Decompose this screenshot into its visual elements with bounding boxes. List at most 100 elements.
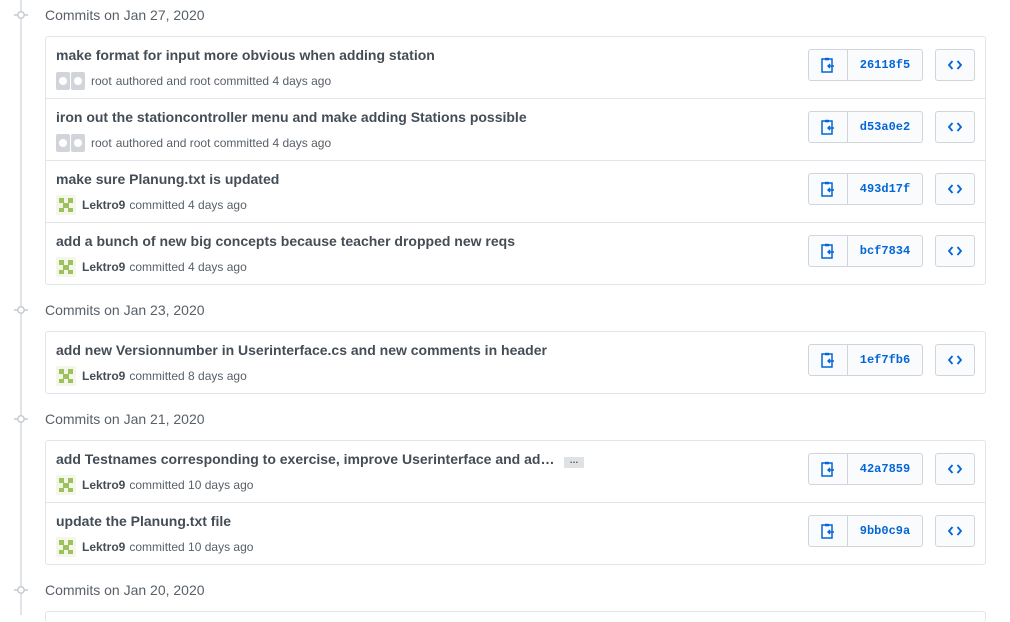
commit-group-header: Commits on Jan 23, 2020 xyxy=(0,295,1000,325)
code-icon xyxy=(948,122,962,132)
commit-author[interactable]: Lektro9 xyxy=(82,540,125,554)
commit-meta: Lektro9 committed 10 days ago xyxy=(56,475,253,495)
commit-meta: root authored and root committed 4 days … xyxy=(56,133,331,153)
identicon-avatar[interactable] xyxy=(56,257,76,277)
code-icon xyxy=(948,246,962,256)
commit-sha-link[interactable]: bcf7834 xyxy=(848,235,923,267)
commit-time: committed 10 days ago xyxy=(129,540,254,554)
commit-author[interactable]: Lektro9 xyxy=(82,369,125,383)
browse-repo-button[interactable] xyxy=(935,49,975,81)
commit-row: add a bunch of new big concepts because … xyxy=(46,223,985,284)
copy-sha-button[interactable] xyxy=(808,235,848,267)
sha-button-group: 493d17f xyxy=(808,173,923,205)
clipboard-icon xyxy=(821,523,834,539)
commit-node-icon xyxy=(14,586,28,594)
commit-row: make sure Planung.txt is updated Lektro9… xyxy=(46,161,985,223)
commit-author[interactable]: Lektro9 xyxy=(82,478,125,492)
commit-row: update the Planung.txt file Lektro9 comm… xyxy=(46,503,985,564)
commit-author[interactable]: root xyxy=(91,74,112,88)
commit-sha-link[interactable]: 42a7859 xyxy=(848,453,923,485)
sha-button-group: 1ef7fb6 xyxy=(808,344,923,376)
commit-group-header: Commits on Jan 21, 2020 xyxy=(0,404,1000,434)
commit-message[interactable]: update the Planung.txt file xyxy=(56,513,231,529)
commit-message[interactable]: make format for input more obvious when … xyxy=(56,47,435,63)
commit-meta: Lektro9 committed 10 days ago xyxy=(56,537,253,557)
commit-message[interactable]: make sure Planung.txt is updated xyxy=(56,171,279,187)
commit-group-title: Commits on Jan 27, 2020 xyxy=(45,7,205,23)
clipboard-icon xyxy=(821,243,834,259)
commit-time: authored and root committed 4 days ago xyxy=(115,74,332,88)
commit-author[interactable]: Lektro9 xyxy=(82,260,125,274)
commit-meta: Lektro9 committed 4 days ago xyxy=(56,195,247,215)
commit-list: add Testnames corresponding to exercise,… xyxy=(45,440,986,565)
code-icon xyxy=(948,60,962,70)
commit-sha-link[interactable]: d53a0e2 xyxy=(848,111,923,143)
code-icon xyxy=(948,526,962,536)
identicon-avatar[interactable] xyxy=(56,537,76,557)
clipboard-icon xyxy=(821,181,834,197)
commit-row: iron out the stationcontroller menu and … xyxy=(46,99,985,161)
commit-group-header: Commits on Jan 27, 2020 xyxy=(0,0,1000,30)
commit-group-title: Commits on Jan 21, 2020 xyxy=(45,411,205,427)
commit-message[interactable]: add new Versionnumber in Userinterface.c… xyxy=(56,342,547,358)
commit-row: make format for input more obvious when … xyxy=(46,37,985,99)
commit-sha-link[interactable]: 493d17f xyxy=(848,173,923,205)
commit-sha-link[interactable]: 9bb0c9a xyxy=(848,515,923,547)
commit-meta: root authored and root committed 4 days … xyxy=(56,71,331,91)
commit-time: authored and root committed 4 days ago xyxy=(115,136,332,150)
commit-time: committed 4 days ago xyxy=(129,260,247,274)
sha-button-group: 9bb0c9a xyxy=(808,515,923,547)
commit-time: committed 8 days ago xyxy=(129,369,247,383)
clipboard-icon xyxy=(821,119,834,135)
clipboard-icon xyxy=(821,352,834,368)
expand-message-button[interactable]: … xyxy=(564,456,584,468)
sha-button-group: bcf7834 xyxy=(808,235,923,267)
commit-group-title: Commits on Jan 23, 2020 xyxy=(45,302,205,318)
commit-time: committed 10 days ago xyxy=(129,478,254,492)
identicon-avatar[interactable] xyxy=(56,366,76,386)
clipboard-icon xyxy=(821,57,834,73)
commit-node-icon xyxy=(14,11,28,19)
browse-repo-button[interactable] xyxy=(935,235,975,267)
commit-node-icon xyxy=(14,415,28,423)
commit-message[interactable]: iron out the stationcontroller menu and … xyxy=(56,109,527,125)
github-avatar-icon[interactable] xyxy=(56,72,86,90)
copy-sha-button[interactable] xyxy=(808,111,848,143)
commit-sha-link[interactable]: 1ef7fb6 xyxy=(848,344,923,376)
commit-message[interactable]: add Testnames corresponding to exercise,… xyxy=(56,451,554,467)
commit-list: make format for input more obvious when … xyxy=(45,36,986,285)
browse-repo-button[interactable] xyxy=(935,344,975,376)
commit-meta: Lektro9 committed 8 days ago xyxy=(56,366,247,386)
commit-group-title: Commits on Jan 20, 2020 xyxy=(45,582,205,598)
sha-button-group: d53a0e2 xyxy=(808,111,923,143)
commit-node-icon xyxy=(14,306,28,314)
copy-sha-button[interactable] xyxy=(808,344,848,376)
copy-sha-button[interactable] xyxy=(808,515,848,547)
commit-message[interactable]: add a bunch of new big concepts because … xyxy=(56,233,515,249)
commit-list: add new Versionnumber in Userinterface.c… xyxy=(45,331,986,394)
commit-sha-link[interactable]: 26118f5 xyxy=(848,49,923,81)
identicon-avatar[interactable] xyxy=(56,475,76,495)
browse-repo-button[interactable] xyxy=(935,453,975,485)
code-icon xyxy=(948,464,962,474)
commit-group-header: Commits on Jan 20, 2020 xyxy=(0,575,1000,605)
sha-button-group: 26118f5 xyxy=(808,49,923,81)
commit-meta: Lektro9 committed 4 days ago xyxy=(56,257,247,277)
commit-author[interactable]: Lektro9 xyxy=(82,198,125,212)
copy-sha-button[interactable] xyxy=(808,173,848,205)
copy-sha-button[interactable] xyxy=(808,453,848,485)
commit-row: add new Versionnumber in Userinterface.c… xyxy=(46,332,985,393)
sha-button-group: 42a7859 xyxy=(808,453,923,485)
commit-time: committed 4 days ago xyxy=(129,198,247,212)
code-icon xyxy=(948,355,962,365)
code-icon xyxy=(948,184,962,194)
commit-author[interactable]: root xyxy=(91,136,112,150)
browse-repo-button[interactable] xyxy=(935,515,975,547)
clipboard-icon xyxy=(821,461,834,477)
copy-sha-button[interactable] xyxy=(808,49,848,81)
identicon-avatar[interactable] xyxy=(56,195,76,215)
commit-row: add Testnames corresponding to exercise,… xyxy=(46,441,985,503)
github-avatar-icon[interactable] xyxy=(56,134,86,152)
browse-repo-button[interactable] xyxy=(935,173,975,205)
browse-repo-button[interactable] xyxy=(935,111,975,143)
